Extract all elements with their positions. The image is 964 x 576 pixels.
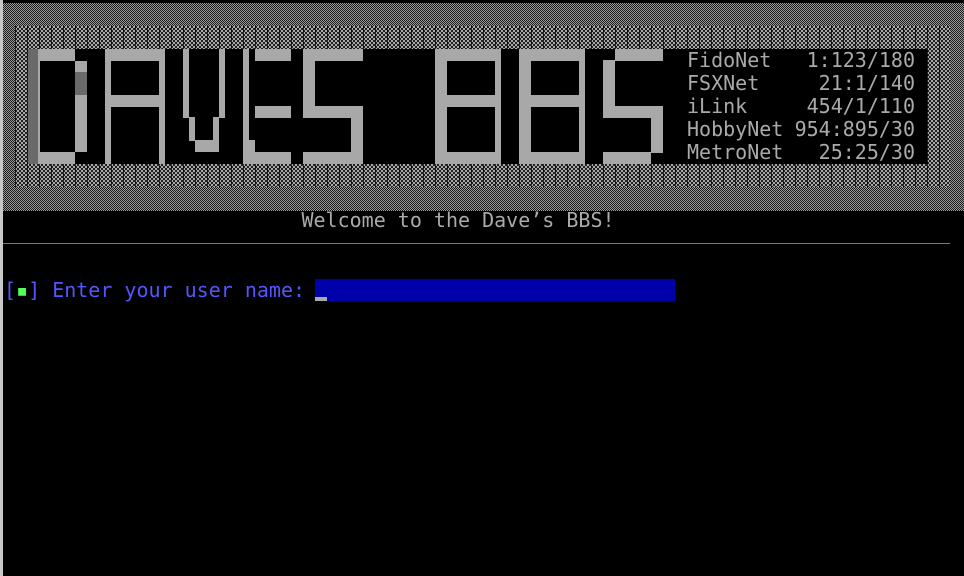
logo-letter-v xyxy=(183,49,225,152)
network-name: FSXNet xyxy=(687,71,760,95)
prompt-label: Enter your user name: xyxy=(52,278,306,302)
network-row: iLink 454/1/110 xyxy=(687,95,915,118)
bullet-icon: ▪ xyxy=(16,278,29,302)
network-row: FSXNet 21:1/140 xyxy=(687,72,915,95)
network-address: 21:1/140 xyxy=(818,71,915,95)
text-cursor xyxy=(315,297,327,301)
network-row: HobbyNet 954:895/30 xyxy=(687,118,915,141)
network-address: 454/1/110 xyxy=(806,94,915,118)
network-list: FidoNet 1:123/180 FSXNet 21:1/140 iLink 454… xyxy=(687,49,915,164)
network-name: MetroNet xyxy=(687,140,784,164)
bracket: ] xyxy=(28,278,41,302)
logo-letter-b xyxy=(519,49,585,164)
network-row: FidoNet 1:123/180 xyxy=(687,49,915,72)
welcome-message: Welcome to the Dave’s BBS! xyxy=(301,208,615,232)
network-address: 954:895/30 xyxy=(794,117,915,141)
logo-letter-d xyxy=(38,49,87,164)
logo-letter-b xyxy=(435,49,501,164)
logo-letter-s xyxy=(603,49,663,164)
network-name: HobbyNet xyxy=(687,117,784,141)
network-row: MetroNet 25:25/30 xyxy=(687,141,915,164)
logo-letter-e xyxy=(243,49,291,164)
network-name: iLink xyxy=(687,94,748,118)
username-input[interactable] xyxy=(315,279,675,301)
divider xyxy=(3,243,950,244)
bracket: [ xyxy=(4,278,17,302)
network-address: 25:25/30 xyxy=(818,140,915,164)
logo-letter-a xyxy=(105,49,165,164)
logo-letter-s xyxy=(303,49,363,164)
username-prompt: [▪] Enter your user name: xyxy=(4,278,305,302)
logo-shadow xyxy=(28,49,38,164)
network-name: FidoNet xyxy=(687,48,772,72)
network-address: 1:123/180 xyxy=(806,48,915,72)
